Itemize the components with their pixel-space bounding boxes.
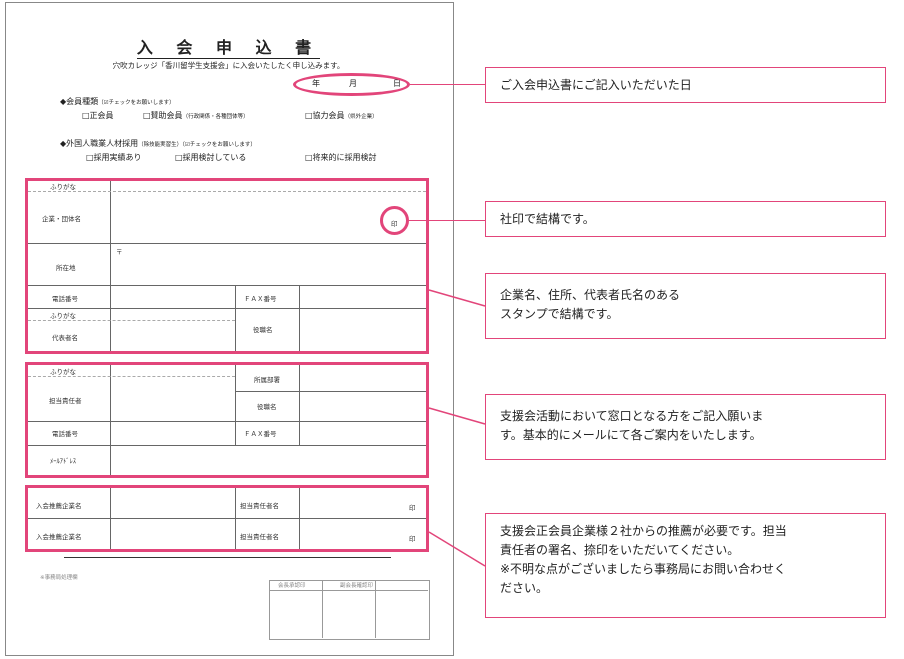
office-use-label: ※事務局処理欄: [40, 575, 78, 581]
callout-date-text: ご入会申込書にご記入いただいた日: [500, 78, 692, 92]
rep-furigana-label: ふりがな: [50, 312, 76, 320]
department-label: 所属部署: [254, 376, 280, 384]
contact-phone-label: 電話番号: [52, 430, 78, 438]
contact-title-label: 役職名: [257, 403, 277, 411]
company-row-line-1: [28, 243, 426, 244]
callout-date: ご入会申込書にご記入いただいた日: [485, 67, 886, 103]
recommend-company-2-label: 入会推薦企業名: [36, 533, 82, 541]
company-fax-label: ＦＡＸ番号: [244, 295, 277, 303]
callout-recommend-line-4: ださい。: [500, 581, 549, 595]
contact-mid-divider: [235, 365, 236, 445]
callout-recommend: 支援会正会員企業様２社からの推薦が必要です。担当 責任者の署名、捺印をいただいて…: [485, 513, 886, 618]
date-highlight-oval: [293, 73, 410, 96]
contact-divider: [110, 365, 111, 475]
rep-title-label: 役職名: [253, 326, 273, 334]
recommend-divider: [110, 488, 111, 549]
membership-option-regular[interactable]: □正会員: [82, 110, 114, 121]
connector-seal: [409, 220, 485, 221]
recommend-row-line: [28, 518, 426, 519]
callout-contact-line-1: 支援会活動において窓口となる方をご記入願いま: [500, 409, 764, 423]
recommend-person-2-label: 担当責任者名: [240, 533, 279, 541]
contact-row-line-3: [28, 445, 426, 446]
membership-option-supporting[interactable]: □賛助会員（行政関係・各種団体等）: [143, 110, 249, 121]
stamp-box-header-line: [269, 590, 428, 591]
recommend-mid-divider: [235, 488, 236, 549]
hiring-option-experience[interactable]: □採用実績あり: [86, 152, 142, 163]
hiring-option-considering[interactable]: □採用検討している: [175, 152, 246, 163]
contact-row-line-2: [28, 421, 426, 422]
form-end-rule: [64, 557, 391, 558]
approval-stamp-box: [269, 580, 430, 640]
contact-fax-label: ＦＡＸ番号: [244, 430, 277, 438]
postal-mark: 〒: [116, 248, 123, 256]
hiring-heading: ◆外国人職業人材採用（除技能実習生）（☑チェックをお願いします）: [60, 139, 256, 148]
callout-contact: 支援会活動において窓口となる方をご記入願いま す。基本的にメールにて各ご案内をい…: [485, 394, 886, 460]
rep-name-label: 代表者名: [52, 334, 78, 342]
company-section-frame: [25, 178, 429, 354]
membership-option-cooperating[interactable]: □協力会員（県外企業）: [305, 110, 378, 121]
company-divider: [110, 181, 111, 351]
callout-contact-line-2: す。基本的にメールにて各ご案内をいたします。: [500, 428, 762, 442]
company-rep-furigana-line: [28, 320, 235, 321]
callout-seal-text: 社印で結構です。: [500, 212, 595, 226]
recommend-mid-divider-2: [299, 488, 300, 549]
company-row-line-2: [28, 285, 426, 286]
callout-stamp-line-2: スタンプで結構です。: [500, 307, 619, 321]
form-title: 入 会 申 込 書: [136, 38, 321, 59]
address-label: 所在地: [56, 264, 76, 272]
callout-stamp: 企業名、住所、代表者氏名のある スタンプで結構です。: [485, 273, 886, 339]
hiring-option-future[interactable]: □将来的に採用検討: [305, 152, 377, 163]
callout-recommend-line-1: 支援会正会員企業様２社からの推薦が必要です。担当: [500, 524, 787, 538]
callout-stamp-line-1: 企業名、住所、代表者氏名のある: [500, 288, 681, 302]
recommend-company-1-label: 入会推薦企業名: [36, 502, 82, 510]
connector-date: [410, 84, 485, 85]
stamp-box-divider-1: [322, 580, 323, 638]
contact-row-line-1: [235, 391, 426, 392]
callout-recommend-line-2: 責任者の署名、捺印をいただいてください。: [500, 543, 740, 557]
email-label: ﾒｰﾙｱﾄﾞﾚｽ: [50, 457, 76, 465]
contact-furigana-line: [28, 376, 235, 377]
contact-mid-divider-2: [299, 365, 300, 445]
company-row-line-3: [28, 308, 426, 309]
recommend-seal-2: 印: [409, 535, 416, 543]
callout-seal: 社印で結構です。: [485, 201, 886, 237]
contact-section-frame: [25, 362, 429, 478]
callout-recommend-line-3: ※不明な点がございましたら事務局にお問い合わせく: [500, 562, 787, 576]
seal-highlight-circle: [380, 206, 409, 235]
company-name-label: 企業・団体名: [42, 215, 81, 223]
form-subtitle: 穴吹カレッジ「香川留学生支援会」に入会いたしたく申し込みます。: [112, 61, 345, 70]
company-phone-label: 電話番号: [52, 295, 78, 303]
company-mid-divider: [235, 285, 236, 351]
recommend-seal-1: 印: [409, 504, 416, 512]
recommend-person-1-label: 担当責任者名: [240, 502, 279, 510]
membership-heading: ◆会員種類（☑チェックをお願いします）: [60, 97, 175, 106]
vice-chairman-label: 副会長確認印: [340, 583, 374, 589]
contact-furigana-label: ふりがな: [50, 368, 76, 376]
company-furigana-label: ふりがな: [50, 183, 76, 191]
chairman-approval-label: 会長承認印: [278, 583, 306, 589]
company-mid-divider-2: [299, 285, 300, 351]
stamp-box-divider-2: [375, 580, 376, 638]
company-furigana-line: [28, 191, 426, 192]
person-in-charge-label: 担当責任者: [49, 397, 82, 405]
